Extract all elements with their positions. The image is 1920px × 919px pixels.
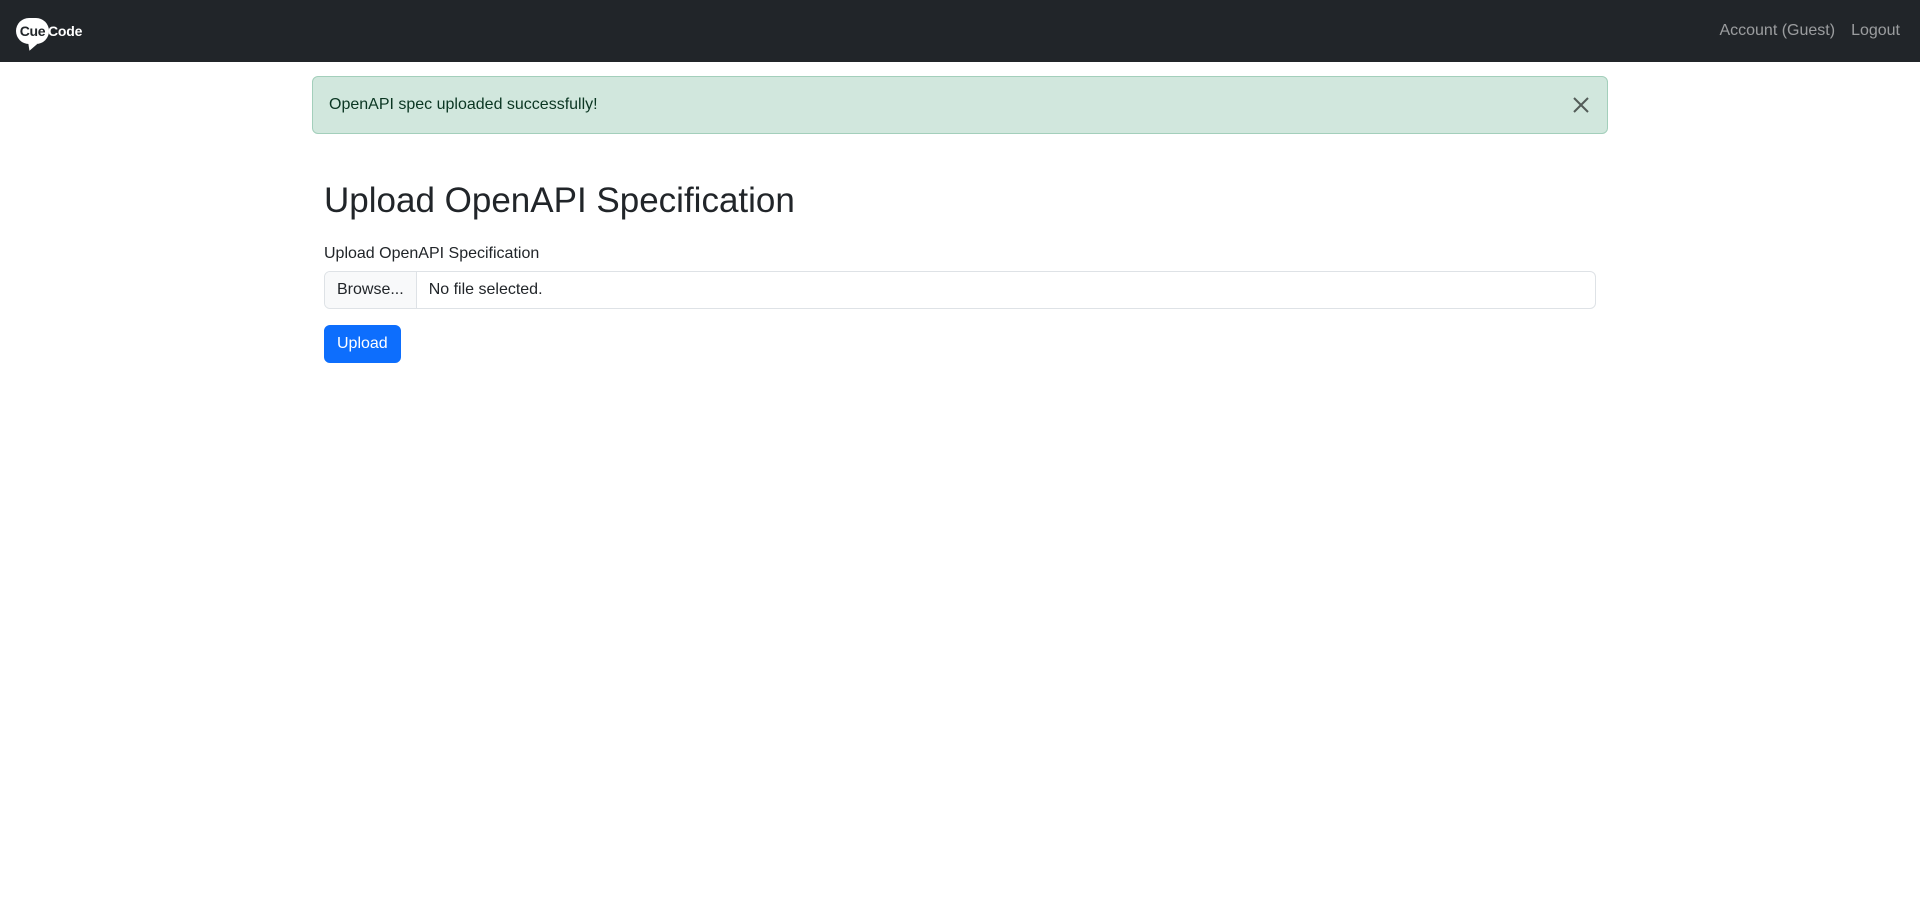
alert-message: OpenAPI spec uploaded successfully! bbox=[329, 96, 598, 113]
speech-bubble-icon: Cue bbox=[16, 18, 49, 44]
browse-button[interactable]: Browse... bbox=[325, 272, 417, 308]
file-field-label: Upload OpenAPI Specification bbox=[324, 245, 540, 262]
brand-text-code: Code bbox=[48, 23, 83, 39]
top-navbar: Cue Code Account (Guest) Logout bbox=[0, 0, 1920, 62]
upload-button[interactable]: Upload bbox=[324, 325, 401, 363]
success-alert: OpenAPI spec uploaded successfully! bbox=[312, 76, 1608, 134]
file-status-text: No file selected. bbox=[428, 281, 543, 298]
brand-text-cue: Cue bbox=[19, 23, 46, 39]
nav-links: Account (Guest) Logout bbox=[1719, 22, 1900, 40]
nav-link-account[interactable]: Account (Guest) bbox=[1719, 22, 1835, 40]
file-input[interactable]: Browse... No file selected. bbox=[324, 271, 1596, 309]
upload-form-container: Upload OpenAPI Specification Upload Open… bbox=[324, 180, 1596, 363]
page-title: Upload OpenAPI Specification bbox=[324, 181, 795, 220]
brand-logo[interactable]: Cue Code bbox=[16, 15, 82, 47]
nav-link-logout[interactable]: Logout bbox=[1851, 22, 1900, 40]
close-icon[interactable] bbox=[1569, 93, 1593, 117]
